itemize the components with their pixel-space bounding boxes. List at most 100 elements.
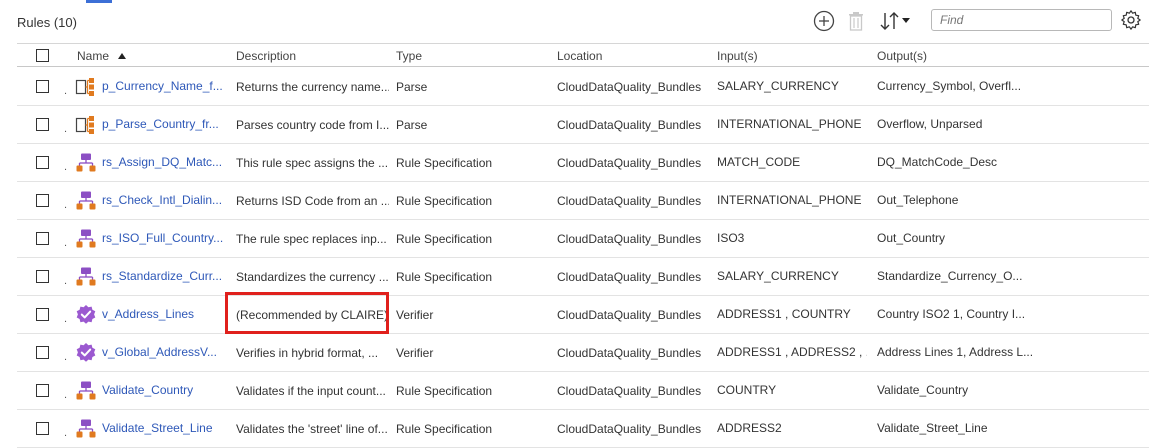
- rule-location: CloudDataQuality_Bundles: [557, 194, 702, 208]
- rule-specification-icon: [75, 152, 97, 174]
- rule-description: Verifies in hybrid format, ...: [236, 346, 379, 360]
- table-row[interactable]: . p_Currency_Name_f... Returns the curre…: [17, 68, 1149, 106]
- plus-circle-icon: [813, 10, 835, 32]
- rule-inputs: MATCH_CODE: [717, 155, 801, 169]
- sort-button[interactable]: [877, 9, 915, 33]
- column-header-description[interactable]: Description: [236, 49, 296, 63]
- rule-location: CloudDataQuality_Bundles: [557, 346, 702, 360]
- rule-type: Parse: [396, 80, 428, 94]
- row-dot: .: [64, 389, 68, 401]
- table-row[interactable]: . rs_Assign_DQ_Matc... This rule spec as…: [17, 144, 1149, 182]
- row-checkbox[interactable]: [36, 80, 49, 93]
- table-row[interactable]: . Validate_Country Validates if the inpu…: [17, 372, 1149, 410]
- rule-type: Rule Specification: [396, 232, 493, 246]
- rule-name-link[interactable]: Validate_Country: [102, 383, 227, 397]
- rule-name-link[interactable]: Validate_Street_Line: [102, 421, 227, 435]
- rule-name-link[interactable]: rs_Check_Intl_Dialin...: [102, 193, 227, 207]
- rule-specification-icon: [75, 380, 97, 402]
- rule-outputs: Overflow, Unparsed: [877, 117, 983, 131]
- row-checkbox[interactable]: [36, 308, 49, 321]
- settings-button[interactable]: [1120, 9, 1142, 31]
- rule-description: Returns the currency name...: [236, 80, 389, 94]
- rule-name-link[interactable]: rs_Assign_DQ_Matc...: [102, 155, 227, 169]
- delete-button[interactable]: [845, 9, 867, 33]
- rule-location: CloudDataQuality_Bundles: [557, 232, 702, 246]
- table-row[interactable]: . p_Parse_Country_fr... Parses country c…: [17, 106, 1149, 144]
- rule-description: Returns ISD Code from an ...: [236, 194, 389, 208]
- column-header-location[interactable]: Location: [557, 49, 602, 63]
- rule-type: Rule Specification: [396, 156, 493, 170]
- column-header-type[interactable]: Type: [396, 49, 422, 63]
- rule-inputs: INTERNATIONAL_PHONE: [717, 193, 862, 207]
- rule-inputs: SALARY_CURRENCY: [717, 79, 839, 93]
- row-checkbox[interactable]: [36, 194, 49, 207]
- rule-location: CloudDataQuality_Bundles: [557, 384, 702, 398]
- page-title: Rules (10): [17, 15, 77, 30]
- table-row[interactable]: . rs_Standardize_Curr... Standardizes th…: [17, 258, 1149, 296]
- table-row[interactable]: . v_Address_Lines (Recommended by CLAIRE…: [17, 296, 1149, 334]
- rule-type: Verifier: [396, 346, 434, 360]
- rule-outputs: Country ISO2 1, Country I...: [877, 307, 1026, 321]
- rule-specification-icon: [75, 228, 97, 250]
- column-header-name[interactable]: Name: [77, 49, 127, 63]
- select-all-checkbox[interactable]: [36, 49, 49, 62]
- rule-outputs: Validate_Street_Line: [877, 421, 988, 435]
- row-checkbox[interactable]: [36, 270, 49, 283]
- sort-icon: [880, 12, 910, 30]
- rule-outputs: Validate_Country: [877, 383, 969, 397]
- active-tab-indicator: [86, 0, 112, 3]
- row-checkbox[interactable]: [36, 118, 49, 131]
- rule-description: This rule spec assigns the ...: [236, 156, 389, 170]
- rule-location: CloudDataQuality_Bundles: [557, 270, 702, 284]
- rule-inputs: ADDRESS1 , COUNTRY: [717, 307, 851, 321]
- rule-description: Validates the 'street' line of...: [236, 422, 388, 436]
- column-header-outputs[interactable]: Output(s): [877, 49, 927, 63]
- table-row[interactable]: . v_Global_AddressV... Verifies in hybri…: [17, 334, 1149, 372]
- table-row[interactable]: . Validate_Street_Line Validates the 'st…: [17, 410, 1149, 448]
- trash-icon: [849, 12, 863, 31]
- parse-icon: [75, 76, 97, 98]
- rule-specification-icon: [75, 418, 97, 440]
- rule-name-link[interactable]: rs_ISO_Full_Country...: [102, 231, 227, 245]
- sort-ascending-icon: [118, 53, 127, 59]
- rule-description: (Recommended by CLAIRE): [236, 308, 389, 322]
- rule-inputs: ISO3: [717, 231, 745, 245]
- add-button[interactable]: [812, 9, 836, 33]
- rule-description: The rule spec replaces inp...: [236, 232, 387, 246]
- rule-inputs: INTERNATIONAL_PHONE: [717, 117, 862, 131]
- row-dot: .: [64, 85, 68, 97]
- search-input[interactable]: [931, 9, 1112, 31]
- rule-type: Parse: [396, 118, 428, 132]
- rule-location: CloudDataQuality_Bundles: [557, 156, 702, 170]
- row-dot: .: [64, 313, 68, 325]
- rule-location: CloudDataQuality_Bundles: [557, 118, 702, 132]
- column-header-inputs[interactable]: Input(s): [717, 49, 758, 63]
- rule-type: Rule Specification: [396, 270, 493, 284]
- row-checkbox[interactable]: [36, 422, 49, 435]
- row-dot: .: [64, 199, 68, 211]
- rule-name-link[interactable]: rs_Standardize_Curr...: [102, 269, 227, 283]
- rule-name-link[interactable]: p_Parse_Country_fr...: [102, 117, 227, 131]
- rule-inputs: ADDRESS2: [717, 421, 782, 435]
- rule-name-link[interactable]: v_Address_Lines: [102, 307, 227, 321]
- table-row[interactable]: . rs_ISO_Full_Country... The rule spec r…: [17, 220, 1149, 258]
- row-checkbox[interactable]: [36, 346, 49, 359]
- table-row[interactable]: . rs_Check_Intl_Dialin... Returns ISD Co…: [17, 182, 1149, 220]
- rule-inputs: COUNTRY: [717, 383, 777, 397]
- rule-type: Rule Specification: [396, 422, 493, 436]
- column-header-name-label: Name: [77, 49, 110, 63]
- row-checkbox[interactable]: [36, 384, 49, 397]
- rule-name-link[interactable]: v_Global_AddressV...: [102, 345, 227, 359]
- row-dot: .: [64, 123, 68, 135]
- rule-description: Parses country code from I...: [236, 118, 389, 132]
- row-dot: .: [64, 237, 68, 249]
- rule-location: CloudDataQuality_Bundles: [557, 80, 702, 94]
- rule-type: Verifier: [396, 308, 434, 322]
- row-dot: .: [64, 427, 68, 439]
- verifier-badge-icon: [75, 342, 97, 364]
- table-header: Name Description Type Location Input(s) …: [17, 43, 1149, 67]
- row-checkbox[interactable]: [36, 156, 49, 169]
- row-checkbox[interactable]: [36, 232, 49, 245]
- rule-name-link[interactable]: p_Currency_Name_f...: [102, 79, 227, 93]
- rule-outputs: Standardize_Currency_O...: [877, 269, 1023, 283]
